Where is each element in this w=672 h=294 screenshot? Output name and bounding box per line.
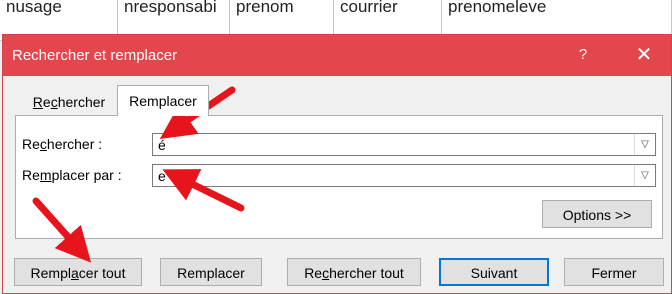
- tab-rechercher[interactable]: Rechercher: [21, 89, 117, 115]
- find-all-button[interactable]: Rechercher tout: [287, 258, 421, 286]
- replace-label: Remplacer par :: [22, 167, 122, 183]
- close-button[interactable]: Fermer: [564, 258, 664, 286]
- replace-panel: Rechercher : é ▽ Remplacer par : e ▽ Opt…: [15, 115, 663, 239]
- chevron-down-icon[interactable]: ▽: [634, 134, 655, 155]
- replace-combobox[interactable]: e ▽: [152, 164, 656, 187]
- dialog-title: Rechercher et remplacer: [12, 47, 178, 64]
- dialog-titlebar: Rechercher et remplacer ? ✕: [3, 35, 671, 76]
- replace-button[interactable]: Remplacer: [160, 258, 262, 286]
- find-next-button[interactable]: Suivant: [439, 258, 549, 286]
- replace-all-button[interactable]: Remplacer tout: [14, 258, 142, 286]
- options-button[interactable]: Options >>: [542, 200, 652, 228]
- close-icon[interactable]: ✕: [627, 40, 661, 70]
- tab-label: Remplacer: [129, 93, 197, 109]
- replace-value: e: [158, 168, 166, 184]
- find-value: é: [158, 137, 166, 153]
- find-label: Rechercher :: [22, 136, 103, 152]
- tab-label: Rechercher: [32, 94, 106, 110]
- chevron-down-icon[interactable]: ▽: [634, 165, 655, 186]
- tab-remplacer[interactable]: Remplacer: [117, 85, 209, 116]
- help-button[interactable]: ?: [568, 40, 598, 70]
- find-combobox[interactable]: é ▽: [152, 133, 656, 156]
- find-replace-dialog: Rechercher et remplacer ? ✕ Rechercher R…: [2, 34, 672, 294]
